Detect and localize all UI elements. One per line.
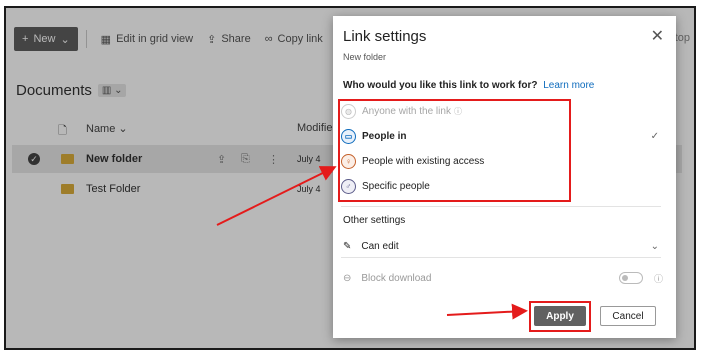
dialog-subtitle: New folder [343,52,387,62]
learn-more-link[interactable]: Learn more [543,80,594,91]
link-audience-question: Who would you like this link to work for… [343,80,594,91]
cancel-button[interactable]: Cancel [600,306,656,326]
link-settings-dialog: Link settings New folder ✕ Who would you… [333,16,676,338]
chevron-down-icon: ⌄ [650,240,659,252]
block-download-label: Block download [361,272,432,284]
divider [341,206,661,207]
pencil-icon: ✎ [343,240,352,252]
screenshot-frame: + New ⌄ ▦ Edit in grid view ⇪ Share ∞ Co… [4,6,696,350]
permission-value: Can edit [361,240,399,252]
dialog-title: Link settings [343,28,427,45]
other-settings-heading: Other settings [343,215,406,226]
divider [341,257,661,258]
close-icon[interactable]: ✕ [651,26,664,46]
permission-dropdown[interactable]: ✎ Can edit ⌄ [343,236,663,256]
block-icon: ⊖ [343,272,352,284]
apply-highlight-box [529,301,591,332]
info-icon[interactable]: ⓘ [654,272,663,285]
question-text: Who would you like this link to work for… [343,80,538,91]
block-download-toggle[interactable] [619,272,643,284]
block-download-row: ⊖ Block download ⓘ [343,268,663,288]
options-highlight-box [338,99,571,202]
check-icon: ✓ [650,130,659,142]
